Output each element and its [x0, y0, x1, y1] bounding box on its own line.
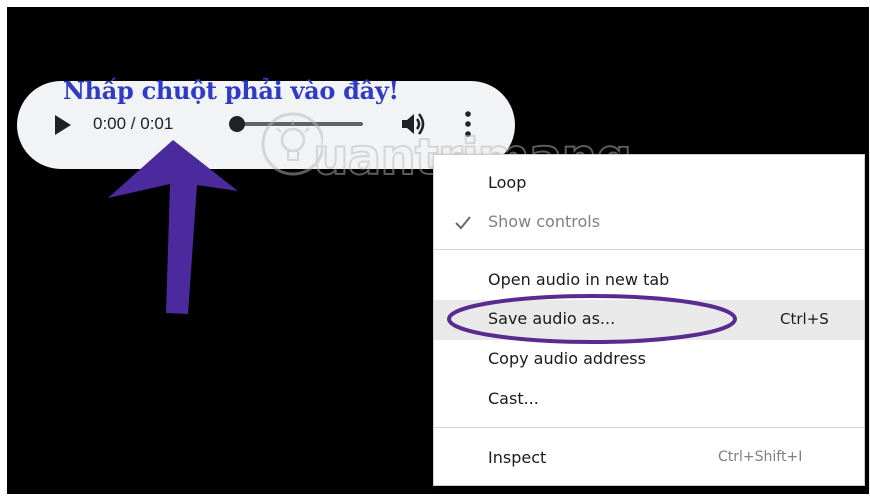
arrow-up-annotation-icon: [108, 140, 238, 314]
menu-item-save-audio-as[interactable]: Save audio as... Ctrl+S: [434, 300, 864, 340]
context-menu: Loop Show controls Open audio in new tab…: [433, 154, 865, 486]
menu-item-shortcut: Ctrl+S: [780, 310, 829, 328]
seek-track: [235, 122, 363, 126]
menu-item-label: Copy audio address: [488, 349, 646, 368]
volume-button[interactable]: [400, 111, 428, 137]
menu-item-label: Loop: [488, 173, 527, 192]
menu-item-label: Open audio in new tab: [488, 270, 670, 289]
menu-item-open-audio-new-tab[interactable]: Open audio in new tab: [434, 261, 864, 301]
more-vertical-icon: [465, 111, 471, 137]
play-icon: [55, 115, 71, 135]
menu-item-label: Show controls: [488, 212, 601, 231]
menu-item-label: Inspect: [488, 448, 547, 467]
volume-icon: [402, 113, 425, 135]
menu-item-cast[interactable]: Cast...: [434, 380, 864, 420]
play-button[interactable]: [52, 113, 74, 137]
seek-bar[interactable]: [229, 115, 367, 133]
menu-item-show-controls[interactable]: Show controls: [434, 203, 864, 243]
time-display: 0:00 / 0:01: [93, 114, 174, 133]
menu-item-label: Cast...: [488, 389, 539, 408]
menu-item-shortcut: Ctrl+Shift+I: [718, 449, 803, 465]
check-icon: [455, 216, 471, 230]
menu-item-inspect[interactable]: Inspect Ctrl+Shift+I: [434, 439, 864, 479]
menu-item-loop[interactable]: Loop: [434, 164, 864, 204]
annotation-text: Nhấp chuột phải vào đây!: [63, 76, 399, 105]
menu-item-label: Save audio as...: [488, 309, 616, 328]
menu-item-copy-audio-address[interactable]: Copy audio address: [434, 340, 864, 380]
menu-separator: [434, 427, 864, 428]
more-options-button[interactable]: [460, 108, 476, 140]
seek-thumb[interactable]: [229, 116, 245, 132]
menu-separator: [434, 249, 864, 250]
